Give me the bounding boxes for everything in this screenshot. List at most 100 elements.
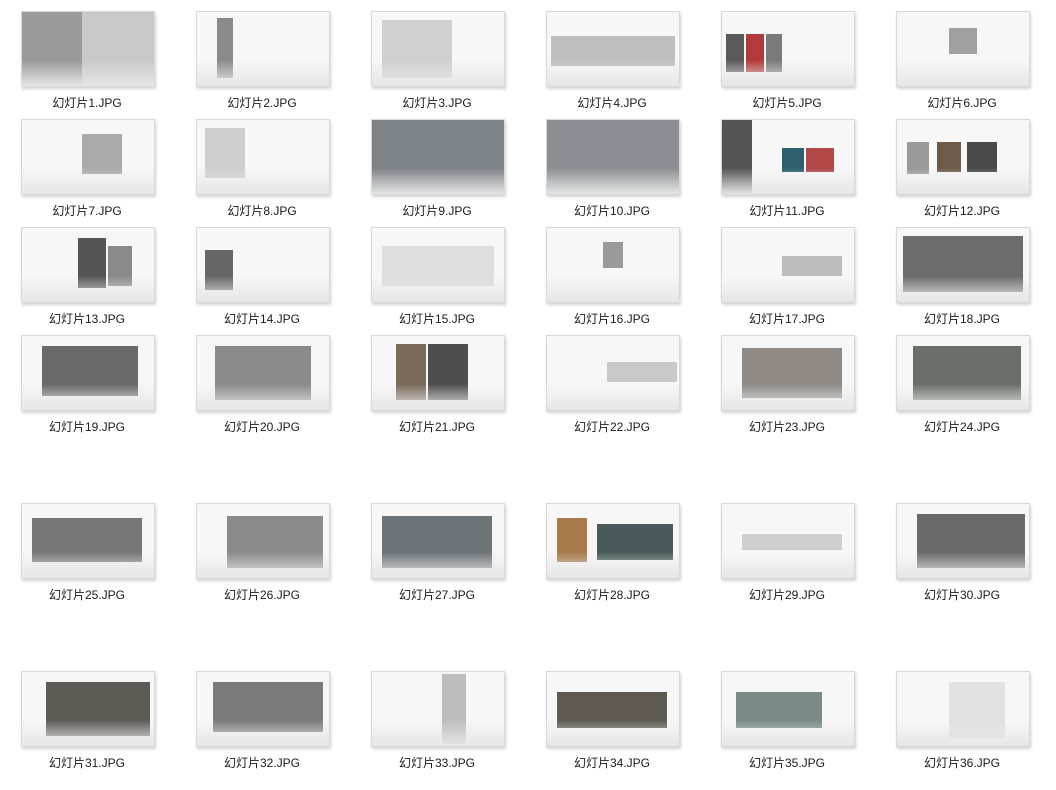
file-name-label[interactable]: 幻灯片20.JPG <box>196 418 328 435</box>
file-name-label[interactable]: 幻灯片28.JPG <box>546 586 678 603</box>
file-tile[interactable]: 幻灯片15.JPG <box>371 227 505 327</box>
file-tile[interactable]: 幻灯片5.JPG <box>721 11 855 111</box>
file-tile[interactable]: 幻灯片31.JPG <box>21 671 155 771</box>
file-tile[interactable]: 幻灯片33.JPG <box>371 671 505 771</box>
file-tile[interactable]: 幻灯片22.JPG <box>546 335 680 435</box>
file-tile[interactable]: 幻灯片6.JPG <box>896 11 1030 111</box>
file-tile[interactable]: 幻灯片17.JPG <box>721 227 855 327</box>
file-tile[interactable]: 幻灯片14.JPG <box>196 227 330 327</box>
slide-thumbnail[interactable] <box>196 11 330 87</box>
slide-thumbnail[interactable] <box>196 335 330 411</box>
file-name-label[interactable]: 幻灯片10.JPG <box>546 202 678 219</box>
file-tile[interactable]: 幻灯片21.JPG <box>371 335 505 435</box>
file-name-label[interactable]: 幻灯片5.JPG <box>721 94 853 111</box>
slide-thumbnail[interactable] <box>546 671 680 747</box>
file-tile[interactable]: 幻灯片36.JPG <box>896 671 1030 771</box>
slide-thumbnail[interactable] <box>721 335 855 411</box>
file-name-label[interactable]: 幻灯片14.JPG <box>196 310 328 327</box>
file-tile[interactable]: 幻灯片1.JPG <box>21 11 155 111</box>
file-name-label[interactable]: 幻灯片8.JPG <box>196 202 328 219</box>
slide-thumbnail[interactable] <box>371 671 505 747</box>
file-name-label[interactable]: 幻灯片34.JPG <box>546 754 678 771</box>
file-name-label[interactable]: 幻灯片2.JPG <box>196 94 328 111</box>
file-tile[interactable]: 幻灯片10.JPG <box>546 119 680 219</box>
file-name-label[interactable]: 幻灯片21.JPG <box>371 418 503 435</box>
file-tile[interactable]: 幻灯片19.JPG <box>21 335 155 435</box>
slide-thumbnail[interactable] <box>546 11 680 87</box>
slide-thumbnail[interactable] <box>21 119 155 195</box>
file-name-label[interactable]: 幻灯片36.JPG <box>896 754 1028 771</box>
file-name-label[interactable]: 幻灯片23.JPG <box>721 418 853 435</box>
file-name-label[interactable]: 幻灯片31.JPG <box>21 754 153 771</box>
file-name-label[interactable]: 幻灯片24.JPG <box>896 418 1028 435</box>
file-name-label[interactable]: 幻灯片18.JPG <box>896 310 1028 327</box>
slide-thumbnail[interactable] <box>21 227 155 303</box>
file-tile[interactable]: 幻灯片24.JPG <box>896 335 1030 435</box>
file-tile[interactable]: 幻灯片13.JPG <box>21 227 155 327</box>
file-tile[interactable]: 幻灯片29.JPG <box>721 503 855 603</box>
slide-thumbnail[interactable] <box>896 671 1030 747</box>
file-name-label[interactable]: 幻灯片35.JPG <box>721 754 853 771</box>
slide-thumbnail[interactable] <box>196 503 330 579</box>
slide-thumbnail[interactable] <box>21 335 155 411</box>
file-tile[interactable]: 幻灯片28.JPG <box>546 503 680 603</box>
slide-thumbnail[interactable] <box>546 335 680 411</box>
slide-thumbnail[interactable] <box>196 227 330 303</box>
slide-thumbnail[interactable] <box>721 227 855 303</box>
slide-thumbnail[interactable] <box>721 503 855 579</box>
slide-thumbnail[interactable] <box>371 503 505 579</box>
file-name-label[interactable]: 幻灯片3.JPG <box>371 94 503 111</box>
file-tile[interactable]: 幻灯片7.JPG <box>21 119 155 219</box>
file-name-label[interactable]: 幻灯片7.JPG <box>21 202 153 219</box>
slide-thumbnail[interactable] <box>371 335 505 411</box>
slide-thumbnail[interactable] <box>371 119 505 195</box>
slide-thumbnail[interactable] <box>721 11 855 87</box>
slide-thumbnail[interactable] <box>896 503 1030 579</box>
file-name-label[interactable]: 幻灯片33.JPG <box>371 754 503 771</box>
slide-thumbnail[interactable] <box>546 227 680 303</box>
slide-thumbnail[interactable] <box>371 227 505 303</box>
file-tile[interactable]: 幻灯片9.JPG <box>371 119 505 219</box>
file-tile[interactable]: 幻灯片35.JPG <box>721 671 855 771</box>
slide-thumbnail[interactable] <box>896 11 1030 87</box>
file-name-label[interactable]: 幻灯片32.JPG <box>196 754 328 771</box>
file-tile[interactable]: 幻灯片2.JPG <box>196 11 330 111</box>
file-name-label[interactable]: 幻灯片17.JPG <box>721 310 853 327</box>
file-name-label[interactable]: 幻灯片27.JPG <box>371 586 503 603</box>
slide-thumbnail[interactable] <box>896 227 1030 303</box>
slide-thumbnail[interactable] <box>21 503 155 579</box>
file-name-label[interactable]: 幻灯片16.JPG <box>546 310 678 327</box>
file-name-label[interactable]: 幻灯片30.JPG <box>896 586 1028 603</box>
file-tile[interactable]: 幻灯片32.JPG <box>196 671 330 771</box>
slide-thumbnail[interactable] <box>21 671 155 747</box>
slide-thumbnail[interactable] <box>721 671 855 747</box>
file-name-label[interactable]: 幻灯片25.JPG <box>21 586 153 603</box>
file-tile[interactable]: 幻灯片25.JPG <box>21 503 155 603</box>
file-name-label[interactable]: 幻灯片19.JPG <box>21 418 153 435</box>
slide-thumbnail[interactable] <box>21 11 155 87</box>
file-tile[interactable]: 幻灯片3.JPG <box>371 11 505 111</box>
file-name-label[interactable]: 幻灯片11.JPG <box>721 202 853 219</box>
file-name-label[interactable]: 幻灯片4.JPG <box>546 94 678 111</box>
slide-thumbnail[interactable] <box>546 119 680 195</box>
file-name-label[interactable]: 幻灯片6.JPG <box>896 94 1028 111</box>
file-name-label[interactable]: 幻灯片13.JPG <box>21 310 153 327</box>
file-tile[interactable]: 幻灯片8.JPG <box>196 119 330 219</box>
slide-thumbnail[interactable] <box>546 503 680 579</box>
file-name-label[interactable]: 幻灯片9.JPG <box>371 202 503 219</box>
file-name-label[interactable]: 幻灯片1.JPG <box>21 94 153 111</box>
file-name-label[interactable]: 幻灯片12.JPG <box>896 202 1028 219</box>
file-tile[interactable]: 幻灯片12.JPG <box>896 119 1030 219</box>
file-tile[interactable]: 幻灯片26.JPG <box>196 503 330 603</box>
file-name-label[interactable]: 幻灯片29.JPG <box>721 586 853 603</box>
slide-thumbnail[interactable] <box>371 11 505 87</box>
file-tile[interactable]: 幻灯片30.JPG <box>896 503 1030 603</box>
file-tile[interactable]: 幻灯片16.JPG <box>546 227 680 327</box>
file-tile[interactable]: 幻灯片27.JPG <box>371 503 505 603</box>
slide-thumbnail[interactable] <box>896 119 1030 195</box>
slide-thumbnail[interactable] <box>196 119 330 195</box>
slide-thumbnail[interactable] <box>896 335 1030 411</box>
file-name-label[interactable]: 幻灯片26.JPG <box>196 586 328 603</box>
file-tile[interactable]: 幻灯片23.JPG <box>721 335 855 435</box>
file-tile[interactable]: 幻灯片20.JPG <box>196 335 330 435</box>
